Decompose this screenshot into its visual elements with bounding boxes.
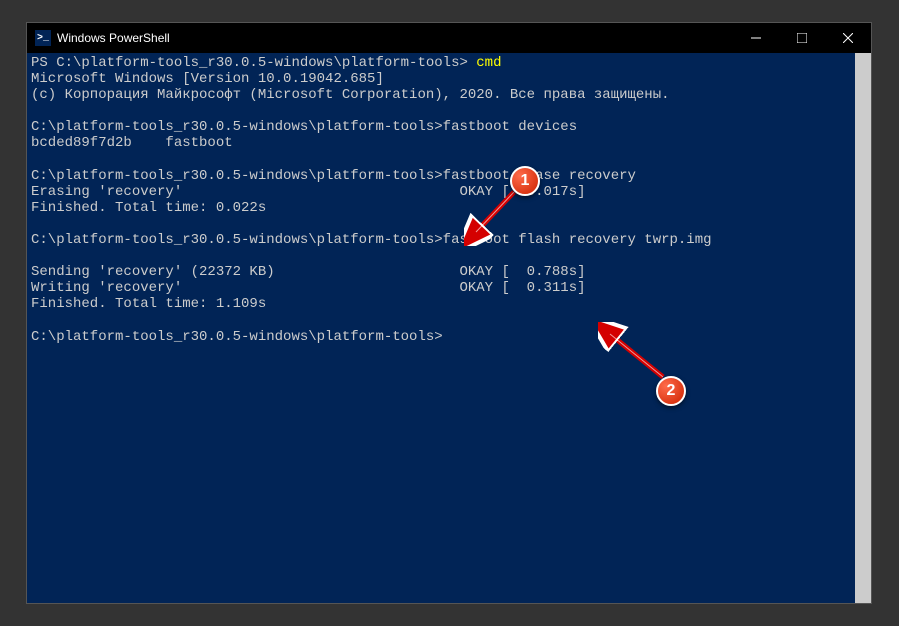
terminal-line: Finished. Total time: 0.022s: [31, 200, 266, 216]
titlebar-left: >_ Windows PowerShell: [35, 30, 170, 46]
powershell-icon: >_: [35, 30, 51, 46]
terminal-cmd: cmd: [476, 55, 501, 71]
terminal-line: (c) Корпорация Майкрософт (Microsoft Cor…: [31, 87, 670, 103]
terminal-body[interactable]: PS C:\platform-tools_r30.0.5-windows\pla…: [27, 53, 871, 603]
terminal-line: Erasing 'recovery' OKAY [ 0.017s]: [31, 184, 586, 200]
terminal-line: Finished. Total time: 1.109s: [31, 296, 266, 312]
terminal-line: C:\platform-tools_r30.0.5-windows\platfo…: [31, 329, 443, 345]
terminal-line: C:\platform-tools_r30.0.5-windows\platfo…: [31, 168, 636, 184]
maximize-button[interactable]: [779, 23, 825, 53]
terminal-line: PS C:\platform-tools_r30.0.5-windows\pla…: [31, 55, 476, 71]
close-button[interactable]: [825, 23, 871, 53]
terminal-line: Sending 'recovery' (22372 KB) OKAY [ 0.7…: [31, 264, 586, 280]
terminal-line: C:\platform-tools_r30.0.5-windows\platfo…: [31, 119, 577, 135]
window-title: Windows PowerShell: [57, 31, 170, 45]
terminal-line: Writing 'recovery' OKAY [ 0.311s]: [31, 280, 586, 296]
terminal-line: bcded89f7d2b fastboot: [31, 135, 233, 151]
titlebar-buttons: [733, 23, 871, 53]
terminal-line: C:\platform-tools_r30.0.5-windows\platfo…: [31, 232, 712, 248]
annotation-badge-1: 1: [510, 166, 540, 196]
titlebar: >_ Windows PowerShell: [27, 23, 871, 53]
annotation-badge-2: 2: [656, 376, 686, 406]
terminal-line: Microsoft Windows [Version 10.0.19042.68…: [31, 71, 384, 87]
minimize-button[interactable]: [733, 23, 779, 53]
powershell-window: >_ Windows PowerShell PS C:\platform-too…: [26, 22, 872, 604]
